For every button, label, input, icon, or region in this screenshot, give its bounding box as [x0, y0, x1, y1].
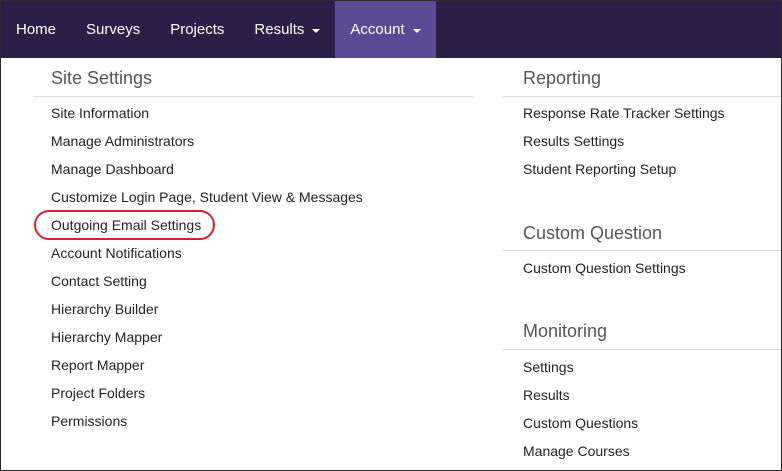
custom-question-heading: Custom Question	[523, 223, 663, 243]
reporting-heading: Reporting	[523, 68, 602, 88]
link-manage-courses[interactable]: Manage Courses	[523, 443, 630, 459]
nav-projects-label: Projects	[170, 21, 225, 38]
link-outgoing-email-settings[interactable]: Outgoing Email Settings	[51, 217, 201, 233]
site-settings-heading: Site Settings	[51, 68, 153, 88]
nav-home[interactable]: Home	[1, 1, 71, 58]
link-monitoring-custom-questions[interactable]: Custom Questions	[523, 415, 638, 431]
link-permissions[interactable]: Permissions	[51, 413, 127, 429]
nav-results-label: Results	[254, 21, 305, 38]
link-project-folders[interactable]: Project Folders	[51, 385, 145, 401]
link-manage-administrators[interactable]: Manage Administrators	[51, 133, 194, 149]
link-response-rate-tracker-settings[interactable]: Response Rate Tracker Settings	[523, 105, 725, 121]
caret-down-icon	[412, 28, 421, 33]
link-contact-setting[interactable]: Contact Setting	[51, 273, 147, 289]
link-manage-dashboard[interactable]: Manage Dashboard	[51, 161, 174, 177]
link-results-settings[interactable]: Results Settings	[523, 133, 624, 149]
monitoring-heading: Monitoring	[523, 321, 608, 341]
nav-home-label: Home	[16, 21, 57, 38]
nav-results-dropdown[interactable]: Results	[239, 1, 335, 58]
link-hierarchy-mapper[interactable]: Hierarchy Mapper	[51, 329, 162, 345]
link-account-notifications[interactable]: Account Notifications	[51, 245, 182, 261]
link-monitoring-settings[interactable]: Settings	[523, 359, 574, 375]
custom-question-divider	[503, 250, 781, 251]
nav-account-label: Account	[350, 21, 405, 38]
link-custom-question-settings[interactable]: Custom Question Settings	[523, 260, 686, 276]
nav-projects[interactable]: Projects	[155, 1, 239, 58]
nav-account-dropdown[interactable]: Account	[335, 1, 436, 58]
reporting-divider	[503, 96, 781, 97]
monitoring-divider	[503, 349, 781, 350]
link-student-reporting-setup[interactable]: Student Reporting Setup	[523, 161, 676, 177]
top-navbar: Home Surveys Projects Results Account	[1, 1, 781, 58]
link-hierarchy-builder[interactable]: Hierarchy Builder	[51, 301, 158, 317]
nav-surveys-label: Surveys	[86, 21, 141, 38]
caret-down-icon	[312, 28, 321, 33]
site-settings-divider	[33, 96, 473, 97]
link-report-mapper[interactable]: Report Mapper	[51, 357, 144, 373]
link-monitoring-results[interactable]: Results	[523, 387, 570, 403]
nav-surveys[interactable]: Surveys	[71, 1, 155, 58]
account-page: Home Surveys Projects Results Account Si…	[0, 0, 782, 471]
link-site-information[interactable]: Site Information	[51, 105, 149, 121]
link-customize-login-page[interactable]: Customize Login Page, Student View & Mes…	[51, 189, 363, 205]
